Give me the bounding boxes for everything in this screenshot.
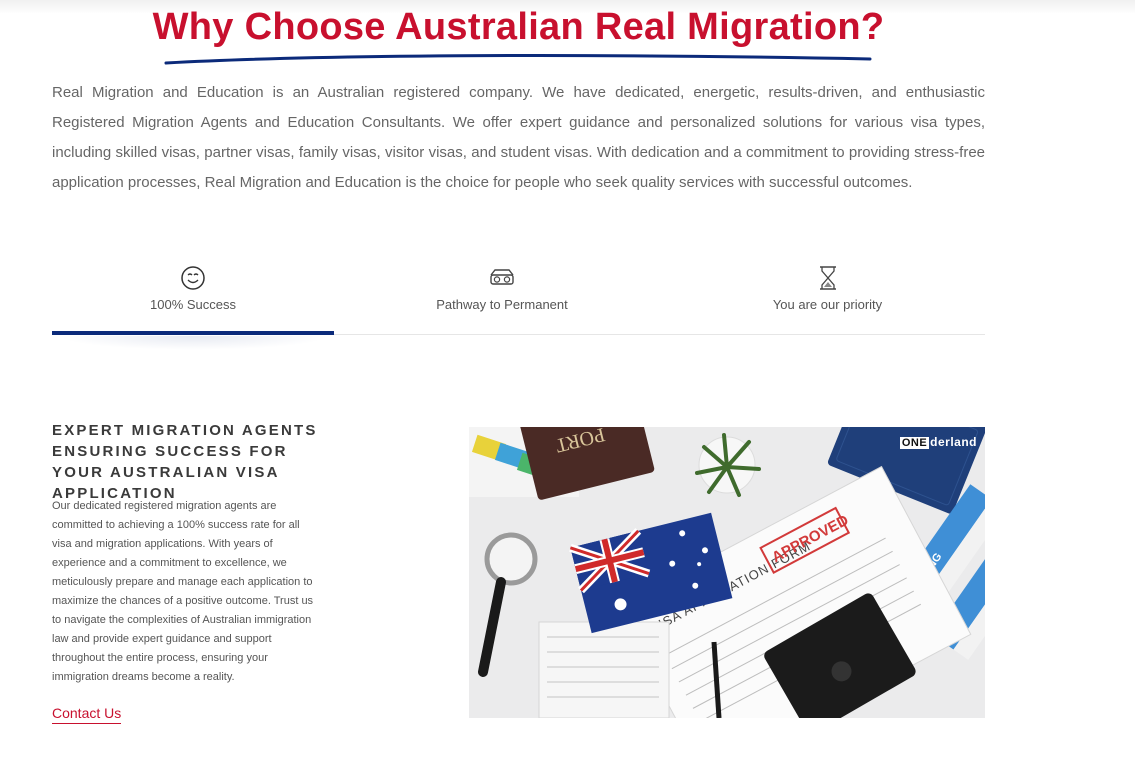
photo-illustration: PORT BOARDING VISA APPLICATION FORM <box>469 427 985 718</box>
visa-application-photo: PORT BOARDING VISA APPLICATION FORM <box>469 427 985 718</box>
section-title: Why Choose Australian Real Migration? <box>152 6 885 48</box>
tab-pathway-to-permanent[interactable]: Pathway to Permanent <box>334 260 670 334</box>
panel-body: Our dedicated registered migration agent… <box>52 500 314 683</box>
intro-paragraph: Real Migration and Education is an Austr… <box>52 84 985 191</box>
feature-tabs: 100% Success Pathway to Permanent You ar… <box>52 260 985 335</box>
panel-heading: Expert Migration Agents Ensuring Success… <box>52 422 318 502</box>
tab-100-success[interactable]: 100% Success <box>52 260 334 335</box>
tab-label: Pathway to Permanent <box>436 297 568 312</box>
vr-glasses-icon <box>334 265 670 291</box>
contact-us-link[interactable]: Contact Us <box>52 705 122 724</box>
smiley-face-icon <box>52 265 334 291</box>
title-underline <box>164 54 872 65</box>
tab-you-are-our-priority[interactable]: You are our priority <box>670 260 985 334</box>
tab-label: You are our priority <box>772 297 883 312</box>
hourglass-icon <box>670 265 985 291</box>
tab-shadow <box>58 336 330 350</box>
title-wrap: Why Choose Australian Real Migration? <box>0 6 1037 49</box>
brand-watermark: ONE derland <box>899 435 977 449</box>
tab-label: 100% Success <box>150 297 236 312</box>
